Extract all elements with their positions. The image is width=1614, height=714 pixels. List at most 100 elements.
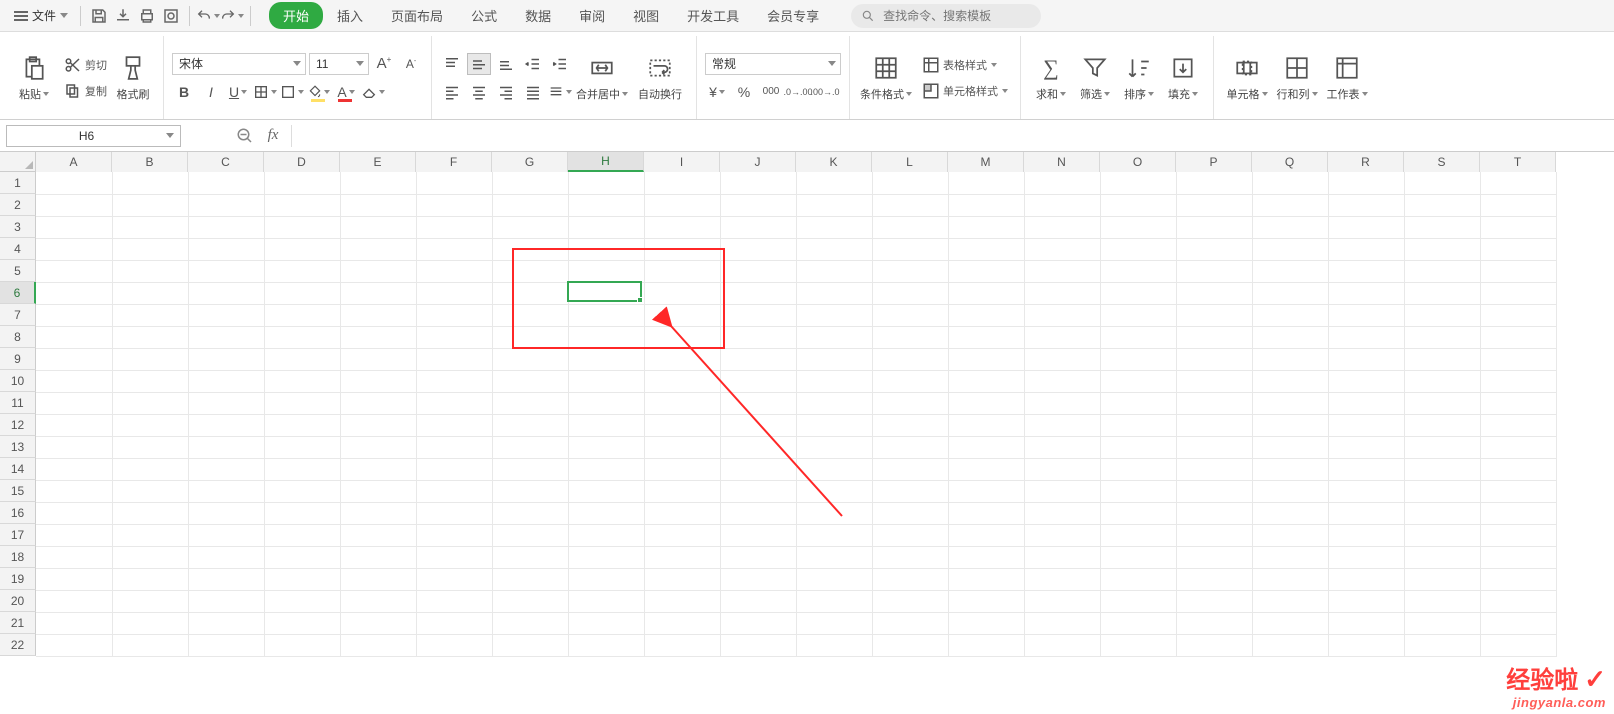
cell-Q20[interactable] <box>1252 590 1328 612</box>
fill-color-button[interactable] <box>307 81 331 103</box>
row-header-7[interactable]: 7 <box>0 304 36 326</box>
cell-E8[interactable] <box>340 326 416 348</box>
cell-K12[interactable] <box>796 414 872 436</box>
cell-A3[interactable] <box>36 216 112 238</box>
cell-H13[interactable] <box>568 436 644 458</box>
font-family-select[interactable]: 宋体 <box>172 53 306 75</box>
cell-N20[interactable] <box>1024 590 1100 612</box>
cell-G10[interactable] <box>492 370 568 392</box>
cell-I12[interactable] <box>644 414 720 436</box>
cell-E4[interactable] <box>340 238 416 260</box>
cell-M8[interactable] <box>948 326 1024 348</box>
row-header-13[interactable]: 13 <box>0 436 36 458</box>
cell-G12[interactable] <box>492 414 568 436</box>
cell-B12[interactable] <box>112 414 188 436</box>
cell-N16[interactable] <box>1024 502 1100 524</box>
cell-S14[interactable] <box>1404 458 1480 480</box>
cell-S7[interactable] <box>1404 304 1480 326</box>
cell-F21[interactable] <box>416 612 492 634</box>
cell-N19[interactable] <box>1024 568 1100 590</box>
cell-G17[interactable] <box>492 524 568 546</box>
cell-C11[interactable] <box>188 392 264 414</box>
cell-O5[interactable] <box>1100 260 1176 282</box>
cell-M22[interactable] <box>948 634 1024 656</box>
column-header-B[interactable]: B <box>112 152 188 172</box>
borders-button[interactable] <box>253 81 277 103</box>
column-header-M[interactable]: M <box>948 152 1024 172</box>
cell-K15[interactable] <box>796 480 872 502</box>
cancel-edit-button[interactable] <box>231 124 259 148</box>
align-left-button[interactable] <box>440 81 464 103</box>
cell-E12[interactable] <box>340 414 416 436</box>
save-button[interactable] <box>87 4 111 28</box>
cell-S10[interactable] <box>1404 370 1480 392</box>
cell-E22[interactable] <box>340 634 416 656</box>
cell-A17[interactable] <box>36 524 112 546</box>
format-painter-button[interactable]: 格式刷 <box>111 40 155 116</box>
cell-P11[interactable] <box>1176 392 1252 414</box>
cell-O7[interactable] <box>1100 304 1176 326</box>
cell-M4[interactable] <box>948 238 1024 260</box>
cell-J8[interactable] <box>720 326 796 348</box>
cell-S22[interactable] <box>1404 634 1480 656</box>
cell-O9[interactable] <box>1100 348 1176 370</box>
cell-C16[interactable] <box>188 502 264 524</box>
cell-S18[interactable] <box>1404 546 1480 568</box>
cell-D13[interactable] <box>264 436 340 458</box>
cell-C7[interactable] <box>188 304 264 326</box>
row-header-1[interactable]: 1 <box>0 172 36 194</box>
cell-Q13[interactable] <box>1252 436 1328 458</box>
column-header-R[interactable]: R <box>1328 152 1404 172</box>
cell-F14[interactable] <box>416 458 492 480</box>
formula-input[interactable] <box>291 125 1614 147</box>
cell-L21[interactable] <box>872 612 948 634</box>
column-header-O[interactable]: O <box>1100 152 1176 172</box>
cell-C17[interactable] <box>188 524 264 546</box>
cell-L22[interactable] <box>872 634 948 656</box>
cell-B22[interactable] <box>112 634 188 656</box>
cell-C8[interactable] <box>188 326 264 348</box>
cell-S4[interactable] <box>1404 238 1480 260</box>
cell-C2[interactable] <box>188 194 264 216</box>
cell-E5[interactable] <box>340 260 416 282</box>
cell-D15[interactable] <box>264 480 340 502</box>
cell-E1[interactable] <box>340 172 416 194</box>
row-header-18[interactable]: 18 <box>0 546 36 568</box>
cell-E14[interactable] <box>340 458 416 480</box>
cell-H21[interactable] <box>568 612 644 634</box>
row-header-10[interactable]: 10 <box>0 370 36 392</box>
cell-P15[interactable] <box>1176 480 1252 502</box>
file-menu[interactable]: 文件 <box>8 4 74 28</box>
filter-button[interactable]: 筛选 <box>1073 40 1117 116</box>
cell-G22[interactable] <box>492 634 568 656</box>
cell-O17[interactable] <box>1100 524 1176 546</box>
cell-T19[interactable] <box>1480 568 1556 590</box>
cell-A10[interactable] <box>36 370 112 392</box>
cut-button[interactable]: 剪切 <box>60 54 111 76</box>
cell-G7[interactable] <box>492 304 568 326</box>
cell-O22[interactable] <box>1100 634 1176 656</box>
cell-M6[interactable] <box>948 282 1024 304</box>
cell-C14[interactable] <box>188 458 264 480</box>
cell-N9[interactable] <box>1024 348 1100 370</box>
cell-G13[interactable] <box>492 436 568 458</box>
cell-G11[interactable] <box>492 392 568 414</box>
cell-L3[interactable] <box>872 216 948 238</box>
cell-P6[interactable] <box>1176 282 1252 304</box>
column-header-C[interactable]: C <box>188 152 264 172</box>
cell-C4[interactable] <box>188 238 264 260</box>
wrap-text-button[interactable]: 自动换行 <box>632 40 688 116</box>
cell-I9[interactable] <box>644 348 720 370</box>
cell-L19[interactable] <box>872 568 948 590</box>
row-header-2[interactable]: 2 <box>0 194 36 216</box>
cell-L20[interactable] <box>872 590 948 612</box>
cell-K6[interactable] <box>796 282 872 304</box>
cell-D7[interactable] <box>264 304 340 326</box>
select-all-corner[interactable] <box>0 152 36 172</box>
cell-P17[interactable] <box>1176 524 1252 546</box>
cell-R4[interactable] <box>1328 238 1404 260</box>
export-button[interactable] <box>111 4 135 28</box>
cell-F11[interactable] <box>416 392 492 414</box>
tab-member[interactable]: 会员专享 <box>753 2 833 29</box>
cell-S11[interactable] <box>1404 392 1480 414</box>
